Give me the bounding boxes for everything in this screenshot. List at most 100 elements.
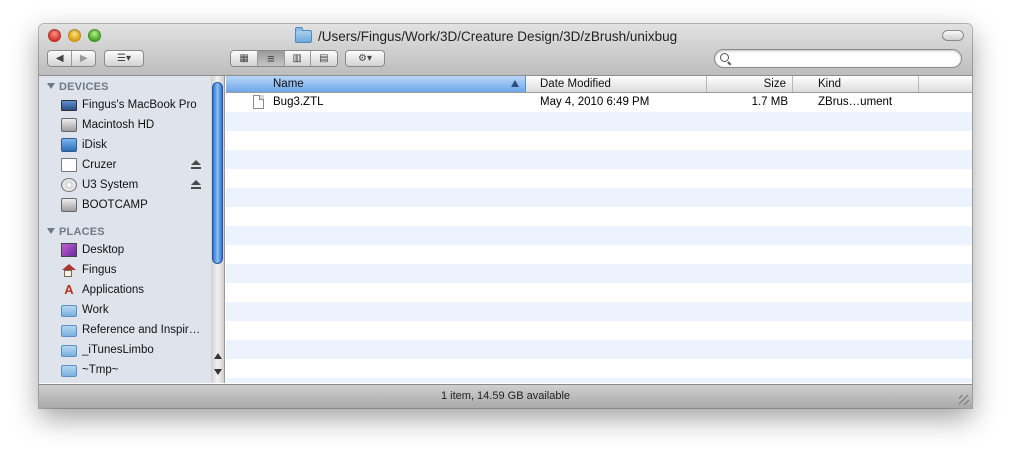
sidebar: DEVICES Fingus's MacBook Pro Macintosh H…: [39, 76, 212, 383]
finder-window: /Users/Fingus/Work/3D/Creature Design/3D…: [39, 24, 972, 408]
column-header-size[interactable]: Size: [707, 76, 793, 92]
file-name: Bug3.ZTL: [273, 96, 324, 108]
coverflow-view-button[interactable]: ▤: [310, 51, 337, 66]
sidebar-item-macbook-pro[interactable]: Fingus's MacBook Pro: [61, 96, 209, 114]
list-view-button[interactable]: ≡: [258, 51, 285, 66]
disclosure-triangle-icon: [47, 228, 55, 234]
scroll-down-arrow-icon[interactable]: [214, 369, 222, 375]
row-stripe: [226, 150, 972, 169]
sidebar-item-u3-system[interactable]: U3 System: [61, 176, 209, 194]
row-stripe: [226, 340, 972, 359]
disclosure-triangle-icon: [47, 83, 55, 89]
sidebar-item-idisk[interactable]: iDisk: [61, 136, 209, 154]
arrange-button[interactable]: ☰▾: [104, 50, 144, 67]
document-icon: [253, 95, 264, 109]
zoom-button[interactable]: [88, 29, 101, 42]
sidebar-item-label: Cruzer: [82, 159, 117, 171]
column-view-button[interactable]: ▥: [284, 51, 311, 66]
column-header-label: Name: [273, 78, 304, 90]
window-title: /Users/Fingus/Work/3D/Creature Design/3D…: [295, 26, 678, 45]
row-stripe: [226, 226, 972, 245]
sidebar-item-label: Desktop: [82, 244, 125, 256]
sidebar-item-label: ~Tmp~: [82, 364, 119, 376]
icon-view-icon: ▦: [239, 53, 249, 64]
coverflow-view-icon: ▤: [319, 53, 329, 64]
column-header-date-modified[interactable]: Date Modified: [526, 76, 707, 92]
row-stripe: [226, 302, 972, 321]
sidebar-item-macintosh-hd[interactable]: Macintosh HD: [61, 116, 209, 134]
sidebar-item-label: Fingus's MacBook Pro: [82, 99, 197, 111]
back-arrow-icon: ◀: [55, 53, 64, 64]
row-stripe: [226, 264, 972, 283]
sidebar-item-label: U3 System: [82, 179, 139, 191]
sidebar-scrollbar[interactable]: [211, 76, 225, 383]
applications-icon: A: [64, 282, 74, 297]
window-title-text: /Users/Fingus/Work/3D/Creature Design/3D…: [318, 28, 678, 44]
column-header-kind[interactable]: Kind: [793, 76, 919, 92]
close-button[interactable]: [48, 29, 61, 42]
folder-icon: [61, 325, 77, 337]
sidebar-item-fingus[interactable]: Fingus: [61, 261, 209, 279]
file-size: 1.7 MB: [751, 96, 788, 108]
row-stripe: [226, 188, 972, 207]
sidebar-item-label: Reference and Inspir…: [82, 324, 201, 336]
sidebar-item-work[interactable]: Work: [61, 301, 209, 319]
folder-icon: [61, 345, 77, 357]
sidebar-item-desktop[interactable]: Desktop: [61, 241, 209, 259]
column-header-bar: Name Date Modified Size Kind: [226, 76, 972, 93]
back-forward-control: ◀ ▶: [47, 50, 96, 67]
sidebar-item-label: BOOTCAMP: [82, 199, 148, 211]
sidebar-scroll-thumb[interactable]: [212, 82, 223, 264]
search-field[interactable]: [714, 49, 962, 68]
column-header-label: Date Modified: [540, 78, 611, 90]
cd-icon: [61, 178, 77, 192]
list-view-icon: ≡: [267, 51, 275, 66]
file-date-modified: May 4, 2010 6:49 PM: [540, 96, 650, 108]
hard-drive-icon: [61, 198, 77, 212]
icon-view-button[interactable]: ▦: [231, 51, 259, 66]
action-button[interactable]: ⚙▾: [345, 50, 385, 67]
toolbar-toggle-button[interactable]: [942, 30, 964, 41]
folder-icon: [295, 26, 312, 43]
sidebar-item-bootcamp[interactable]: BOOTCAMP: [61, 196, 209, 214]
sidebar-item-tmp[interactable]: ~Tmp~: [61, 361, 209, 379]
places-header[interactable]: PLACES: [47, 226, 105, 238]
sort-ascending-icon: [511, 80, 519, 87]
gear-icon: ⚙▾: [358, 53, 372, 64]
sidebar-item-label: iDisk: [82, 139, 107, 151]
sidebar-item-itunes-limbo[interactable]: _iTunesLimbo: [61, 341, 209, 359]
status-text: 1 item, 14.59 GB available: [440, 390, 571, 402]
idisk-icon: [61, 138, 77, 152]
resize-grip-icon[interactable]: [959, 395, 969, 405]
usb-drive-icon: [61, 158, 77, 172]
places-label: PLACES: [59, 226, 105, 238]
status-bar: 1 item, 14.59 GB available: [39, 384, 972, 408]
scroll-up-arrow-icon[interactable]: [214, 353, 222, 359]
titlebar: /Users/Fingus/Work/3D/Creature Design/3D…: [39, 24, 972, 76]
home-icon: [61, 263, 77, 277]
forward-button[interactable]: ▶: [72, 51, 95, 66]
sidebar-item-reference-and-inspiration[interactable]: Reference and Inspir…: [61, 321, 209, 339]
folder-icon: [61, 365, 77, 377]
table-row[interactable]: Bug3.ZTL May 4, 2010 6:49 PM 1.7 MB ZBru…: [226, 93, 972, 112]
column-header-label: Kind: [818, 78, 842, 90]
file-list: Name Date Modified Size Kind Bug3.ZTL Ma…: [226, 76, 972, 383]
macbook-icon: [61, 100, 77, 111]
search-icon: [720, 53, 729, 62]
column-header-name[interactable]: Name: [226, 76, 526, 92]
desktop-icon: [61, 243, 77, 257]
row-stripe: [226, 378, 972, 383]
devices-header[interactable]: DEVICES: [47, 81, 109, 93]
devices-label: DEVICES: [59, 81, 109, 93]
eject-icon[interactable]: [191, 160, 201, 169]
sidebar-item-cruzer[interactable]: Cruzer: [61, 156, 209, 174]
back-button[interactable]: ◀: [48, 51, 73, 66]
eject-icon[interactable]: [191, 180, 201, 189]
minimize-button[interactable]: [68, 29, 81, 42]
column-view-icon: ▥: [292, 53, 302, 64]
search-input[interactable]: [733, 52, 957, 66]
sidebar-item-label: Macintosh HD: [82, 119, 155, 131]
file-kind: ZBrus…ument: [818, 96, 893, 108]
sidebar-item-applications[interactable]: A Applications: [61, 281, 209, 299]
sidebar-item-label: _iTunesLimbo: [82, 344, 154, 356]
